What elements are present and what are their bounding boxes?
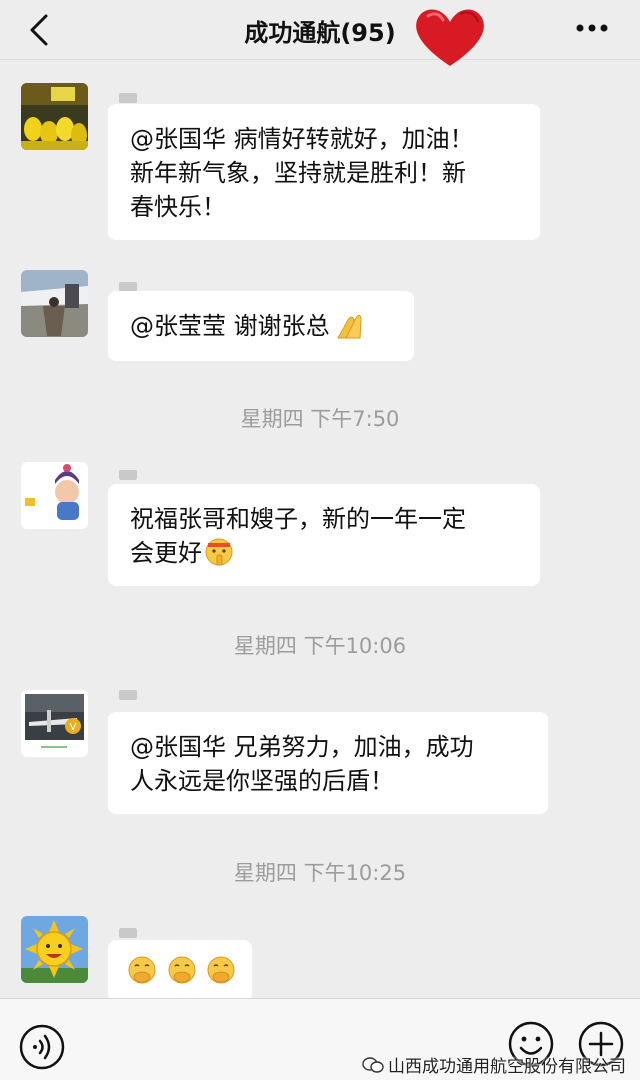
timestamp: 星期四 下午10:25	[233, 861, 407, 885]
watermark-text: 山西成功通用航空股份有限公司	[388, 1057, 626, 1077]
timestamp: 星期四 下午7:50	[240, 407, 400, 431]
hand-over-mouth-emoji-icon	[207, 956, 235, 984]
wechat-official-icon	[362, 1056, 384, 1073]
hand-over-mouth-emoji-icon	[168, 956, 196, 984]
message-text: @张国华 兄弟努力，加油，成功	[130, 733, 474, 761]
message-bubble[interactable]: 祝福张哥和嫂子，新的一年一定 会更好	[108, 484, 540, 586]
voice-icon[interactable]	[18, 1023, 66, 1071]
chat-title: 成功通航(95)	[244, 19, 396, 47]
avatar[interactable]	[21, 916, 88, 983]
avatar[interactable]	[21, 83, 88, 150]
message-text: @张莹莹 谢谢张总	[130, 309, 392, 343]
message-text: 新年新气象，坚持就是胜利！新	[130, 159, 466, 187]
emoji-row	[126, 954, 235, 991]
message-bubble[interactable]: @张国华 兄弟努力，加油，成功 人永远是你坚强的后盾！	[108, 712, 548, 814]
message-text: 祝福张哥和嫂子，新的一年一定	[130, 505, 466, 533]
avatar[interactable]	[21, 462, 88, 529]
praying-hands-emoji-icon	[336, 314, 362, 339]
avatar[interactable]	[21, 270, 88, 337]
message-text: 春快乐！	[130, 193, 226, 221]
watermark: 山西成功通用航空股份有限公司	[362, 1052, 626, 1077]
message-text: 会更好	[130, 536, 518, 570]
chat-header: 成功通航(95)	[0, 0, 640, 67]
nickname-placeholder	[119, 928, 137, 938]
shushing-face-emoji-icon	[205, 538, 233, 566]
message-bubble[interactable]: @张国华 病情好转就好，加油！ 新年新气象，坚持就是胜利！新 春快乐！	[108, 104, 540, 240]
nickname-placeholder	[119, 690, 137, 700]
message-text: @张国华 病情好转就好，加油！	[130, 125, 474, 153]
message-bubble[interactable]: @张莹莹 谢谢张总	[108, 291, 414, 361]
message-bubble[interactable]	[108, 940, 252, 1002]
hand-over-mouth-emoji-icon	[128, 956, 156, 984]
message-text: 人永远是你坚强的后盾！	[130, 767, 394, 795]
nickname-placeholder	[119, 470, 137, 480]
nickname-placeholder	[119, 93, 137, 103]
more-dots-icon[interactable]	[572, 16, 612, 40]
avatar[interactable]: V	[21, 690, 88, 757]
heart-icon	[416, 9, 484, 67]
svg-text:V: V	[70, 722, 77, 733]
timestamp: 星期四 下午10:06	[233, 634, 407, 658]
